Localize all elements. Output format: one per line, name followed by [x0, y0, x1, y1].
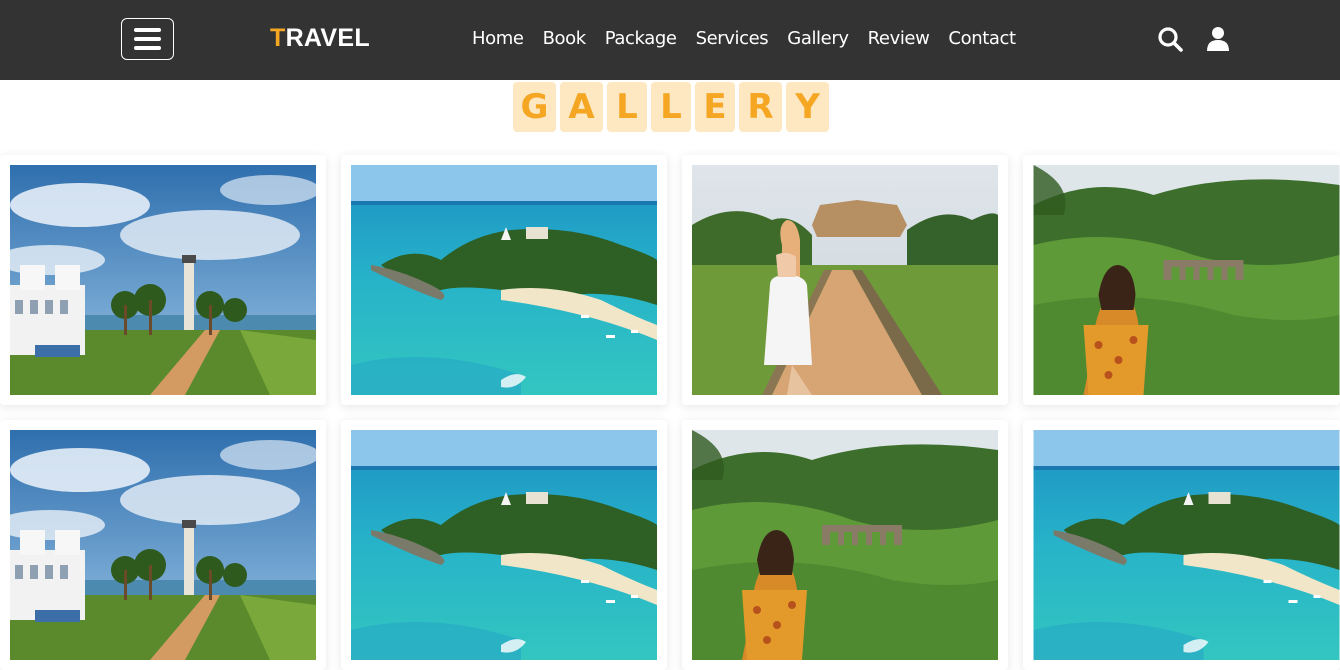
gallery-card[interactable] — [341, 420, 667, 670]
gallery-photo — [351, 430, 657, 660]
nav-home[interactable]: Home — [472, 27, 524, 51]
nav-contact[interactable]: Contact — [948, 27, 1016, 51]
heading-letter: Y — [786, 82, 829, 132]
gallery-card[interactable] — [0, 155, 326, 405]
gallery-card[interactable] — [0, 420, 326, 670]
menu-icon-bar — [134, 28, 161, 32]
nav-services[interactable]: Services — [696, 27, 769, 51]
heading-letter: L — [651, 82, 691, 132]
nav-gallery[interactable]: Gallery — [787, 27, 849, 51]
logo-text: RAVEL — [285, 24, 370, 52]
gallery-heading: G A L L E R Y — [513, 82, 829, 132]
gallery-card[interactable] — [1023, 420, 1340, 670]
gallery-photo — [1033, 165, 1340, 395]
gallery-photo — [10, 430, 316, 660]
main-nav: Home Book Package Services Gallery Revie… — [472, 27, 1016, 51]
menu-icon-bar — [134, 37, 161, 41]
heading-letter: E — [695, 82, 735, 132]
gallery-photo — [10, 165, 316, 395]
top-header: TRAVEL Home Book Package Services Galler… — [0, 0, 1340, 80]
menu-button[interactable] — [121, 18, 174, 60]
gallery-card[interactable] — [682, 155, 1008, 405]
gallery-photo — [692, 165, 998, 395]
heading-letter: A — [560, 82, 603, 132]
heading-letter: L — [607, 82, 647, 132]
logo-accent-letter: T — [270, 24, 286, 52]
nav-book[interactable]: Book — [543, 27, 587, 51]
header-icons — [1156, 25, 1232, 53]
gallery-photo — [1033, 430, 1340, 660]
gallery-card[interactable] — [341, 155, 667, 405]
nav-package[interactable]: Package — [605, 27, 677, 51]
heading-letter: G — [513, 82, 556, 132]
heading-letter: R — [739, 82, 782, 132]
logo[interactable]: TRAVEL — [270, 24, 370, 53]
user-icon[interactable] — [1204, 25, 1232, 53]
search-icon[interactable] — [1156, 25, 1184, 53]
nav-review[interactable]: Review — [868, 27, 930, 51]
gallery-photo — [351, 165, 657, 395]
gallery-card[interactable] — [682, 420, 1008, 670]
menu-icon-bar — [134, 46, 161, 50]
gallery-card[interactable] — [1023, 155, 1340, 405]
gallery-photo — [692, 430, 998, 660]
